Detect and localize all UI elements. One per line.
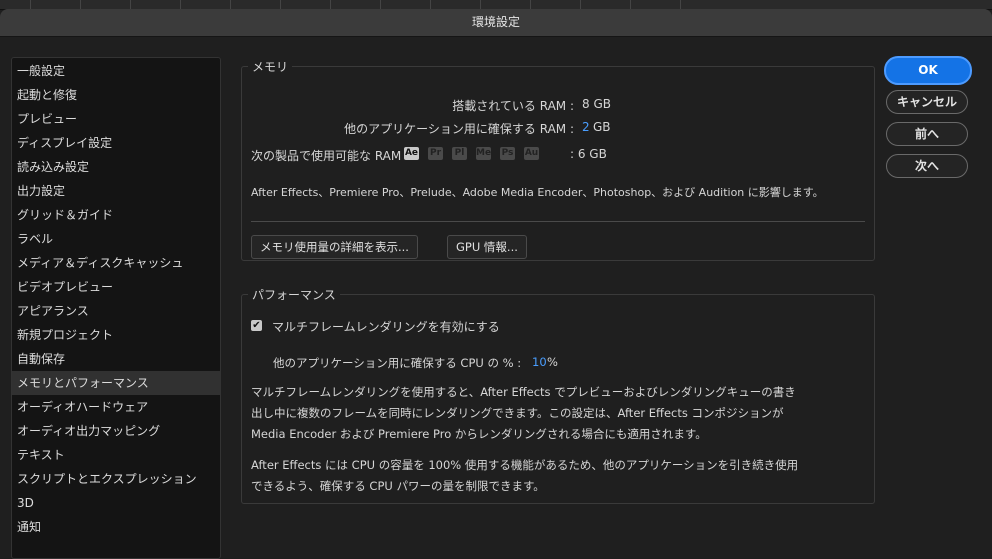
cpu-reserve-unit: %: [547, 355, 558, 369]
mfr-description-line: 出し中に複数のフレームを同時にレンダリングできます。この設定は、After Ef…: [251, 406, 784, 420]
sidebar-item-scripting[interactable]: スクリプトとエクスプレッション: [12, 467, 220, 491]
sidebar-item-audio-hardware[interactable]: オーディオハードウェア: [12, 395, 220, 419]
dialog-title: 環境設定: [0, 9, 992, 37]
sidebar-item-label: 自動保存: [17, 352, 66, 366]
sidebar-item-label: ビデオプレビュー: [17, 280, 114, 294]
app-badge-pl-icon: Pl: [452, 147, 467, 160]
sidebar-item-new-project[interactable]: 新規プロジェクト: [12, 323, 220, 347]
reserved-ram-input[interactable]: 2: [582, 120, 590, 134]
mfr-checkbox-label[interactable]: マルチフレームレンダリングを有効にする: [272, 318, 500, 335]
app-badge-pr-icon: Pr: [428, 147, 443, 160]
app-badge-ae-icon: Ae: [404, 147, 419, 160]
cpu-description-line: After Effects には CPU の容量を 100% 使用する機能がある…: [251, 458, 799, 472]
sidebar-item-label: 3D: [17, 496, 34, 510]
checkmark-icon: ✔: [252, 320, 261, 331]
sidebar-item-display[interactable]: ディスプレイ設定: [12, 131, 220, 155]
gpu-info-button[interactable]: GPU 情報...: [447, 235, 527, 259]
cpu-reserve-label: 他のアプリケーション用に確保する CPU の % :: [273, 356, 522, 370]
preferences-dialog: 環境設定 一般設定起動と修復プレビューディスプレイ設定 読み込み設定 出力設定グリッ…: [0, 9, 992, 559]
next-button[interactable]: 次へ: [886, 154, 968, 178]
shared-apps-note: After Effects、Premiere Pro、Prelude、Adobe…: [251, 186, 824, 199]
sidebar-item-label: オーディオハードウェア: [17, 400, 149, 414]
memory-details-button[interactable]: メモリ使用量の詳細を表示...: [251, 235, 418, 259]
previous-button[interactable]: 前へ: [886, 122, 968, 146]
sidebar-item-3d[interactable]: 3D: [12, 491, 220, 515]
sidebar-item-notifications[interactable]: 通知: [12, 515, 220, 539]
sidebar-item-label: アピアランス: [17, 304, 89, 318]
sidebar-item-label: 一般設定: [17, 64, 66, 78]
cpu-reserve-input[interactable]: 10: [532, 355, 547, 369]
app-badge-au-icon: Au: [524, 147, 539, 160]
reserved-ram-label: 他のアプリケーション用に確保する RAM :: [344, 122, 574, 136]
app-badges: Ae Pr Pl Me Ps Au: [404, 146, 548, 160]
sidebar-item-label: メディア＆ディスクキャッシュ: [17, 256, 184, 270]
memory-divider: [251, 221, 865, 222]
sidebar-item-labels[interactable]: ラベル: [12, 227, 220, 251]
sidebar-item-audio-output-mapping[interactable]: オーディオ出力マッピング: [12, 419, 220, 443]
performance-group: パフォーマンス ✔ マルチフレームレンダリングを有効にする 他のアプリケーション…: [241, 286, 875, 504]
sidebar-item-label: メモリとパフォーマンス: [17, 376, 149, 390]
reserved-ram-unit: GB: [593, 120, 611, 134]
sidebar-item-import[interactable]: 読み込み設定: [12, 155, 220, 179]
sidebar-item-previews[interactable]: プレビュー: [12, 107, 220, 131]
ok-button[interactable]: OK: [884, 56, 972, 85]
sidebar-item-media-cache[interactable]: メディア＆ディスクキャッシュ: [12, 251, 220, 275]
mfr-description-line: マルチフレームレンダリングを使用すると、After Effects でプレビュー…: [251, 385, 796, 399]
sidebar-item-grids-guides[interactable]: グリッド＆ガイド: [12, 203, 220, 227]
available-ram-label: 次の製品で使用可能な RAM: [251, 149, 402, 163]
sidebar-item-appearance[interactable]: アピアランス: [12, 299, 220, 323]
app-badge-ps-icon: Ps: [500, 147, 515, 160]
timeline-ruler: [30, 0, 730, 9]
sidebar-item-memory-performance[interactable]: メモリとパフォーマンス: [12, 371, 220, 395]
sidebar-item-label: グリッド＆ガイド: [17, 208, 114, 222]
sidebar-item-general[interactable]: 一般設定: [12, 59, 220, 83]
mfr-description-line: Media Encoder および Premiere Pro からレンダリングさ…: [251, 427, 707, 441]
sidebar-item-label: ディスプレイ設定: [17, 136, 113, 150]
sidebar-item-label: 読み込み設定: [17, 160, 90, 174]
installed-ram-label: 搭載されている RAM :: [452, 99, 574, 113]
mfr-description: マルチフレームレンダリングを使用すると、After Effects でプレビュー…: [251, 382, 811, 445]
sidebar-item-auto-save[interactable]: 自動保存: [12, 347, 220, 371]
sidebar-list: 一般設定起動と修復プレビューディスプレイ設定 読み込み設定 出力設定グリッド＆ガイド…: [12, 58, 220, 539]
sidebar-item-video-preview[interactable]: ビデオプレビュー: [12, 275, 220, 299]
sidebar-item-output[interactable]: 出力設定: [12, 179, 220, 203]
memory-group-title: メモリ: [248, 58, 293, 75]
sidebar-item-startup-repair[interactable]: 起動と修復: [12, 83, 220, 107]
sidebar-item-label: プレビュー: [17, 112, 78, 126]
sidebar-item-label: 新規プロジェクト: [17, 328, 114, 342]
installed-ram-value: 8 GB: [582, 97, 611, 111]
memory-group: メモリ 搭載されている RAM : 8 GB 他のアプリケーション用に確保する …: [241, 58, 875, 261]
app-badge-me-icon: Me: [476, 147, 492, 160]
sidebar-item-text[interactable]: テキスト: [12, 443, 220, 467]
cpu-description: After Effects には CPU の容量を 100% 使用する機能がある…: [251, 455, 811, 497]
cancel-button[interactable]: キャンセル: [886, 90, 968, 114]
preferences-sidebar[interactable]: 一般設定起動と修復プレビューディスプレイ設定 読み込み設定 出力設定グリッド＆ガイド…: [11, 57, 221, 559]
sidebar-item-label: オーディオ出力マッピング: [17, 424, 161, 438]
available-ram-value: : 6 GB: [570, 147, 607, 161]
performance-group-title: パフォーマンス: [248, 286, 340, 303]
mfr-checkbox[interactable]: ✔: [251, 320, 262, 331]
sidebar-item-label: テキスト: [17, 448, 65, 462]
sidebar-item-label: スクリプトとエクスプレッション: [17, 472, 197, 486]
sidebar-item-label: 起動と修復: [17, 88, 78, 102]
sidebar-item-label: 通知: [17, 520, 42, 534]
sidebar-item-label: ラベル: [17, 232, 54, 246]
cpu-description-line: できるよう、確保する CPU パワーの量を制限できます。: [251, 479, 545, 493]
sidebar-item-label: 出力設定: [17, 184, 66, 198]
